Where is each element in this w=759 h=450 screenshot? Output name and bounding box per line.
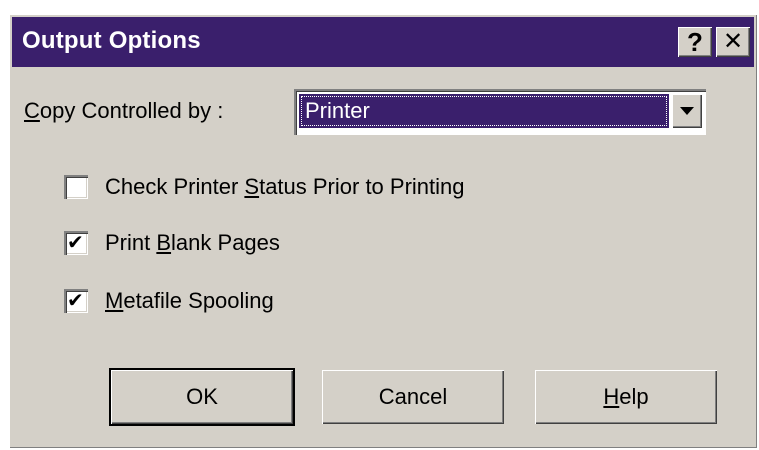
question-mark-icon: ? (687, 27, 703, 57)
checkmark-icon: ✔ (67, 290, 84, 312)
output-options-dialog: Output Options ? ✕ Copy Controlled by : … (9, 14, 757, 448)
selected-value: Printer (299, 94, 669, 128)
metafile-spooling-option[interactable]: ✔ Metafile Spooling (64, 288, 274, 314)
ok-button-label: OK (186, 384, 218, 409)
check-printer-status-option[interactable]: Check Printer Status Prior to Printing (64, 174, 465, 200)
print-blank-pages-label: Print Blank Pages (105, 230, 280, 255)
cancel-button[interactable]: Cancel (322, 370, 504, 424)
help-dialog-button[interactable]: Help (535, 370, 717, 424)
metafile-spooling-label: Metafile Spooling (105, 288, 274, 313)
copy-controlled-by-select[interactable]: Printer (294, 89, 706, 135)
close-button[interactable]: ✕ (716, 27, 750, 57)
print-blank-pages-checkbox[interactable]: ✔ (64, 231, 88, 255)
ok-button[interactable]: OK (111, 370, 293, 424)
check-printer-status-label: Check Printer Status Prior to Printing (105, 174, 465, 199)
print-blank-pages-option[interactable]: ✔ Print Blank Pages (64, 230, 280, 256)
copy-controlled-by-label: Copy Controlled by : (24, 98, 224, 123)
dialog-title: Output Options (22, 27, 201, 54)
check-printer-status-checkbox[interactable] (64, 175, 88, 199)
title-bar[interactable]: Output Options ? ✕ (12, 17, 754, 67)
help-button-label: Help (603, 384, 649, 409)
cancel-button-label: Cancel (378, 384, 448, 409)
help-button[interactable]: ? (678, 27, 712, 57)
checkmark-icon: ✔ (67, 232, 84, 254)
metafile-spooling-checkbox[interactable]: ✔ (64, 289, 88, 313)
dropdown-button[interactable] (672, 94, 702, 128)
close-icon: ✕ (722, 28, 744, 55)
chevron-down-icon (680, 107, 694, 115)
